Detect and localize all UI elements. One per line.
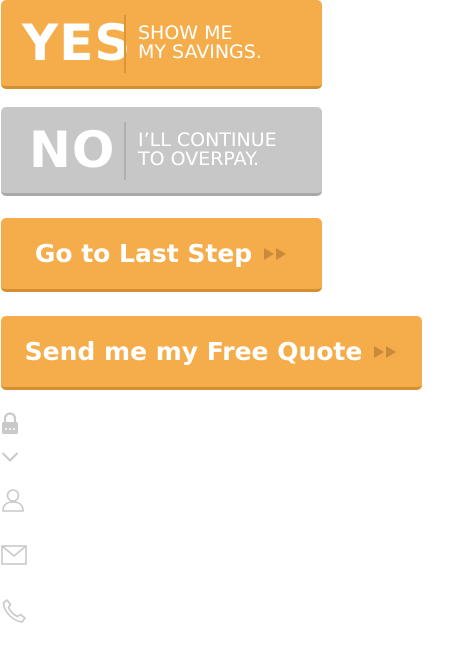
- no-subtext: I’LL CONTINUE TO OVERPAY.: [138, 131, 277, 169]
- no-label: NO: [29, 121, 116, 179]
- button-divider: [124, 15, 126, 73]
- double-arrow-icon: [374, 345, 398, 358]
- user-icon: [1, 488, 25, 512]
- yes-show-savings-button[interactable]: YES SHOW ME MY SAVINGS.: [1, 0, 322, 89]
- go-to-last-step-label: Go to Last Step: [34, 239, 253, 268]
- phone-icon: [1, 598, 27, 624]
- button-sprite-sheet: YES SHOW ME MY SAVINGS. NO I’LL CONTINUE…: [0, 0, 450, 650]
- yes-subtext-line-2: MY SAVINGS.: [138, 41, 262, 63]
- mail-icon: [1, 545, 27, 565]
- go-to-last-step-button[interactable]: Go to Last Step: [1, 218, 322, 292]
- no-continue-overpay-button[interactable]: NO I’LL CONTINUE TO OVERPAY.: [1, 107, 322, 196]
- lock-icon: [1, 412, 19, 435]
- chevron-down-icon[interactable]: [1, 451, 19, 463]
- send-free-quote-label: Send me my Free Quote: [24, 337, 363, 366]
- no-subtext-line-2: TO OVERPAY.: [138, 148, 259, 170]
- send-free-quote-button[interactable]: Send me my Free Quote: [1, 316, 422, 390]
- yes-subtext: SHOW ME MY SAVINGS.: [138, 24, 262, 62]
- button-divider: [124, 122, 126, 180]
- double-arrow-icon: [264, 247, 288, 260]
- yes-label: YES: [22, 14, 132, 72]
